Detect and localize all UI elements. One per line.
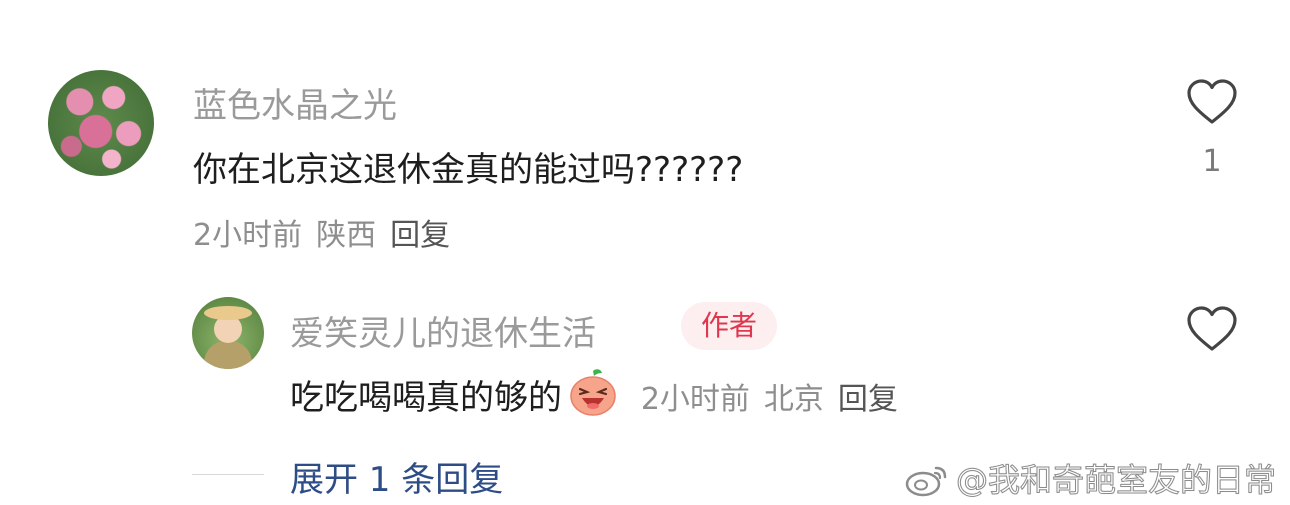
comment-text: 你在北京这退休金真的能过吗?????? — [193, 150, 744, 190]
weibo-logo-icon — [905, 466, 947, 497]
comment-reply-button[interactable]: 回复 — [390, 218, 450, 253]
reply-author-avatar[interactable] — [192, 297, 264, 369]
reply-row: 吃吃喝喝真的够的 2小时前 北京 回复 — [290, 367, 912, 419]
author-badge: 作者 — [681, 302, 778, 350]
reply-reply-button[interactable]: 回复 — [838, 382, 898, 417]
comment-time: 2小时前 — [193, 218, 303, 253]
expand-divider — [192, 474, 264, 475]
like-heart-icon[interactable] — [1186, 78, 1238, 126]
reply-username[interactable]: 爱笑灵儿的退休生活 — [290, 306, 596, 355]
comment-location: 陕西 — [316, 218, 377, 253]
expand-replies-link[interactable]: 展开 1 条回复 — [290, 452, 503, 501]
like-count: 1 — [1202, 144, 1222, 179]
watermark: @我和奇葩室友的日常 — [904, 455, 1277, 501]
comment-meta: 2小时前 陕西 回复 — [193, 210, 464, 254]
reply-like-heart-icon[interactable] — [1186, 305, 1238, 353]
reply-text: 吃吃喝喝真的够的 — [290, 378, 562, 418]
commenter-username[interactable]: 蓝色水晶之光 — [193, 78, 397, 127]
reply-time: 2小时前 — [640, 382, 750, 417]
laughing-emoji-icon — [570, 369, 616, 416]
watermark-text: @我和奇葩室友的日常 — [955, 461, 1276, 500]
commenter-avatar[interactable] — [48, 70, 154, 176]
reply-location: 北京 — [763, 382, 824, 417]
